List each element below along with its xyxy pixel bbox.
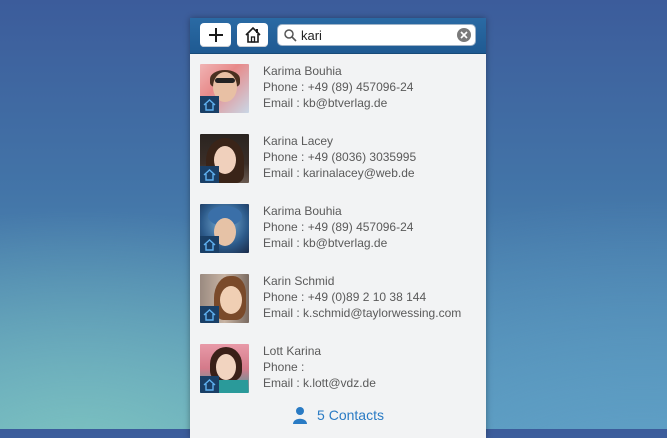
contact-row[interactable]: Lott Karina Phone : Email : k.lott@vdz.d… <box>190 334 486 404</box>
contact-email: Email : k.lott@vdz.de <box>263 376 376 390</box>
contact-row[interactable]: Karin Schmid Phone : +49 (0)89 2 10 38 1… <box>190 264 486 334</box>
search-input[interactable] <box>301 26 451 44</box>
house-badge-icon <box>200 236 219 253</box>
search-icon <box>284 29 297 42</box>
contact-list: Karima Bouhia Phone : +49 (89) 457096-24… <box>190 54 486 404</box>
contact-phone: Phone : +49 (89) 457096-24 <box>263 80 414 94</box>
contact-name: Karin Schmid <box>263 274 335 288</box>
clear-icon <box>460 31 468 39</box>
house-badge-icon <box>200 166 219 183</box>
contact-email: Email : kb@btverlag.de <box>263 96 388 110</box>
contact-row[interactable]: Karima Bouhia Phone : +49 (89) 457096-24… <box>190 54 486 124</box>
house-badge-icon <box>200 96 219 113</box>
avatar <box>200 204 249 253</box>
contact-phone: Phone : <box>263 360 305 374</box>
contact-phone: Phone : +49 (8036) 3035995 <box>263 150 417 164</box>
contact-phone: Phone : +49 (89) 457096-24 <box>263 220 414 234</box>
avatar <box>200 344 249 393</box>
house-icon <box>244 26 261 43</box>
clear-search-button[interactable] <box>457 28 471 42</box>
plus-icon <box>208 28 223 42</box>
house-badge-icon <box>200 376 219 393</box>
contact-email: Email : kb@btverlag.de <box>263 236 388 250</box>
person-icon <box>293 407 308 424</box>
avatar <box>200 134 249 183</box>
contact-phone: Phone : +49 (0)89 2 10 38 144 <box>263 290 427 304</box>
contacts-count-label: 5 Contacts <box>317 407 384 423</box>
contact-name: Karima Bouhia <box>263 204 342 218</box>
contacts-count[interactable]: 5 Contacts <box>190 403 486 427</box>
add-contact-button[interactable] <box>200 23 231 47</box>
house-badge-icon <box>200 306 219 323</box>
toolbar <box>190 18 486 54</box>
contact-name: Karima Bouhia <box>263 64 342 78</box>
avatar <box>200 64 249 113</box>
avatar <box>200 274 249 323</box>
contact-email: Email : k.schmid@taylorwessing.com <box>263 306 462 320</box>
contact-name: Karina Lacey <box>263 134 334 148</box>
contacts-panel: Karima Bouhia Phone : +49 (89) 457096-24… <box>190 18 486 438</box>
contact-name: Lott Karina <box>263 344 322 358</box>
home-button[interactable] <box>237 23 268 47</box>
contact-email: Email : karinalacey@web.de <box>263 166 415 180</box>
contact-row[interactable]: Karina Lacey Phone : +49 (8036) 3035995 … <box>190 124 486 194</box>
contact-row[interactable]: Karima Bouhia Phone : +49 (89) 457096-24… <box>190 194 486 264</box>
search-field[interactable] <box>277 24 476 46</box>
